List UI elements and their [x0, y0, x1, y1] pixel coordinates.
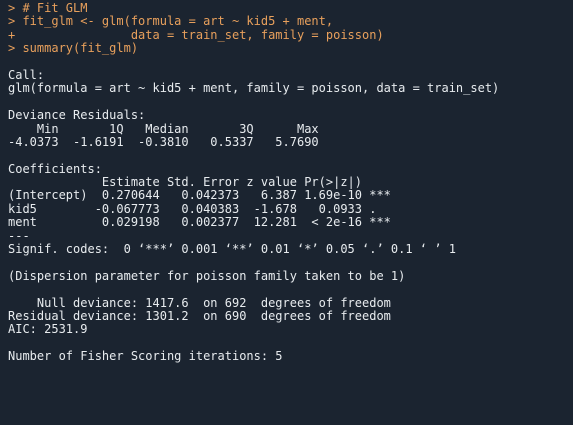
coef-row: kid5 -0.067773 0.040383 -1.678 0.0933 . [8, 201, 391, 216]
separator-line: --- [8, 228, 30, 243]
coef-row: ment 0.029198 0.002377 12.281 < 2e-16 **… [8, 215, 391, 230]
null-deviance: Null deviance: 1417.6 on 692 degrees of … [8, 295, 391, 310]
dispersion-note: (Dispersion parameter for poisson family… [8, 268, 406, 283]
call-text: glm(formula = art ~ kid5 + ment, family … [8, 81, 500, 96]
residual-deviance: Residual deviance: 1301.2 on 690 degrees… [8, 308, 391, 323]
residuals-values: -4.0373 -1.6191 -0.3810 0.5337 5.7690 [8, 134, 334, 149]
command-line: > summary(fit_glm) [8, 41, 139, 56]
deviance-section: Null deviance: 1417.6 on 692 degrees of … [8, 295, 573, 337]
section-title: Deviance Residuals: [8, 108, 146, 123]
call-label: Call: [8, 67, 45, 82]
coef-row: (Intercept) 0.270644 0.042373 6.387 1.69… [8, 188, 391, 203]
residuals-header: Min 1Q Median 3Q Max [8, 121, 334, 136]
console-input-block: > # Fit GLM > fit_glm <- glm(formula = a… [8, 1, 573, 56]
coef-header: Estimate Std. Error z value Pr(>|z|) [8, 175, 391, 190]
fisher-iterations: Number of Fisher Scoring iterations: 5 [8, 349, 283, 364]
deviance-residuals-section: Deviance Residuals: Min 1Q Median 3Q Max… [8, 108, 573, 149]
coefficients-section: Coefficients: Estimate Std. Error z valu… [8, 161, 573, 257]
section-title: Coefficients: [8, 161, 102, 176]
comment-line: > # Fit GLM [8, 1, 88, 15]
aic-value: AIC: 2531.9 [8, 322, 88, 337]
signif-codes: Signif. codes: 0 ‘***’ 0.001 ‘**’ 0.01 ‘… [8, 242, 456, 257]
continuation-line: + data = train_set, family = poisson) [8, 27, 384, 42]
r-console[interactable]: > # Fit GLM > fit_glm <- glm(formula = a… [0, 0, 573, 425]
command-line: > fit_glm <- glm(formula = art ~ kid5 + … [8, 14, 334, 29]
call-section: Call: glm(formula = art ~ kid5 + ment, f… [8, 67, 573, 96]
